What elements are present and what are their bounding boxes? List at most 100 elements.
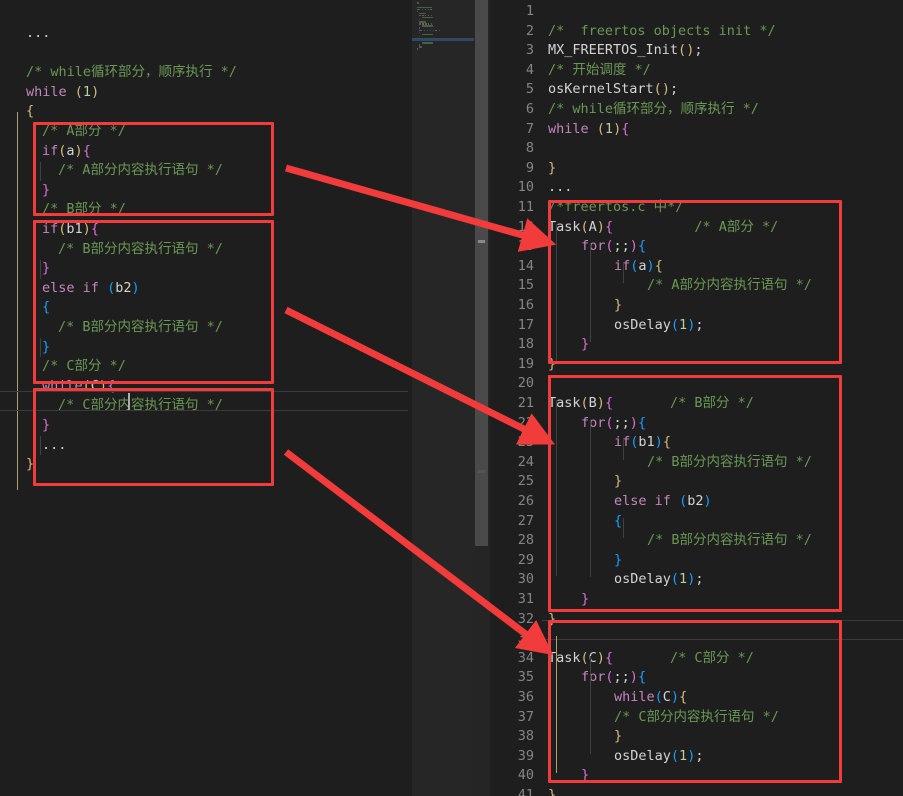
code-token: /* B部分内容执行语句 */ — [58, 319, 223, 335]
code-line[interactable]: } — [548, 159, 556, 179]
code-editor-root: ... /* while循环部分，顺序执行 */while (1){/* A部分… — [0, 0, 903, 796]
code-line[interactable] — [548, 139, 556, 159]
code-token: { — [662, 434, 671, 451]
line-number: 37 — [517, 708, 534, 725]
code-line[interactable]: while(C){ — [548, 688, 687, 708]
code-line[interactable]: } — [548, 551, 622, 571]
line-number: 19 — [517, 355, 534, 372]
code-token: { — [679, 689, 688, 705]
code-token: b1 — [638, 434, 655, 451]
code-token: b2 — [115, 279, 132, 296]
code-line[interactable]: } — [548, 727, 622, 747]
code-line[interactable]: for(;;){ — [548, 668, 646, 688]
code-token: ) — [596, 649, 605, 666]
code-line[interactable]: osDelay(1); — [548, 570, 703, 590]
code-line[interactable]: ... — [548, 178, 572, 198]
code-token: /* A部分内容执行语句 */ — [58, 162, 223, 179]
code-token: ... — [42, 436, 67, 453]
line-number: 28 — [517, 532, 534, 549]
code-token: { — [637, 669, 647, 686]
code-line[interactable]: } — [548, 610, 556, 630]
code-token: 1 — [679, 747, 688, 764]
code-line[interactable]: Task(C){ /* C部分 */ — [548, 649, 754, 669]
minimap-slider[interactable] — [412, 0, 474, 796]
code-token: /* C部分内容执行语句 */ — [614, 708, 779, 725]
code-line[interactable]: } — [548, 355, 556, 375]
code-token: ) — [654, 434, 663, 451]
code-line[interactable]: /*freertos.c 中*/ — [548, 198, 683, 218]
code-line[interactable]: /* freertos objects init */ — [548, 22, 776, 42]
code-line[interactable]: for(;;){ — [548, 414, 646, 434]
code-line[interactable]: Task(A){ /* A部分 */ — [548, 218, 778, 238]
code-line[interactable]: /* C部分内容执行语句 */ — [548, 708, 779, 728]
code-line[interactable]: } — [0, 181, 50, 201]
code-line[interactable]: /* A部分内容执行语句 */ — [548, 276, 812, 296]
code-line[interactable]: } — [0, 416, 50, 436]
code-token: ... — [548, 179, 573, 196]
code-line[interactable]: } — [548, 786, 556, 796]
code-line[interactable]: /* 开始调度 */ — [548, 61, 651, 81]
code-line[interactable]: } — [548, 766, 589, 786]
code-line[interactable]: /* while循环部分，顺序执行 */ — [548, 100, 759, 120]
code-token: { — [90, 221, 99, 237]
code-line[interactable]: /* B部分 */ — [0, 200, 126, 220]
code-token: ( — [596, 120, 605, 137]
code-token: osDelay — [614, 316, 671, 333]
code-line[interactable]: else if (b2) — [0, 279, 140, 299]
code-line[interactable]: /* B部分内容执行语句 */ — [548, 531, 812, 551]
code-line[interactable]: MX_FREERTOS_Init(); — [548, 41, 702, 61]
code-line[interactable]: for(;;){ — [548, 237, 646, 257]
code-line[interactable]: if(a){ — [548, 257, 663, 277]
code-line[interactable]: while (1){ — [548, 120, 629, 140]
code-line[interactable] — [0, 44, 18, 64]
code-line[interactable]: /* B部分内容执行语句 */ — [548, 453, 812, 473]
code-token: ) — [629, 238, 638, 255]
line-number-gutter: 1 2 3 4 5 6 7 8 9 10 11 12 13 14 15 16 17 18 19 20 21 22 23 24 2… — [490, 0, 542, 796]
code-line[interactable] — [548, 2, 556, 22]
code-line[interactable]: while (1) — [0, 83, 99, 103]
code-line[interactable]: } — [548, 590, 589, 610]
code-token: 1 — [679, 316, 688, 333]
code-line[interactable] — [548, 629, 556, 649]
right-editor-pane[interactable]: 1 2 3 4 5 6 7 8 9 10 11 12 13 14 15 16 17 18 19 20 21 22 23 24 2… — [490, 0, 903, 796]
code-line[interactable]: /* B部分内容执行语句 */ — [0, 240, 223, 260]
code-line[interactable]: } — [0, 259, 50, 279]
left-editor-pane[interactable]: ... /* while循环部分，顺序执行 */while (1) { /* A部分… — [0, 0, 408, 796]
line-number: 24 — [517, 453, 534, 470]
code-line[interactable]: } — [548, 335, 589, 355]
code-line[interactable] — [548, 374, 556, 394]
code-line[interactable]: if(a){ — [0, 142, 91, 162]
code-line[interactable]: Task(B){ /* B部分 */ — [548, 394, 754, 414]
indent-guide-if-a-right — [623, 263, 624, 283]
code-token: } — [42, 417, 51, 433]
code-line[interactable]: /* while循环部分，顺序执行 */ — [0, 63, 237, 83]
code-token: /* 开始调度 */ — [548, 61, 651, 78]
code-line[interactable]: } — [548, 296, 622, 316]
code-line[interactable]: osKernelStart(); — [548, 80, 678, 100]
code-token: ) — [646, 257, 655, 274]
code-line[interactable]: if(b1){ — [0, 220, 99, 240]
code-line[interactable]: osDelay(1); — [548, 747, 703, 767]
code-line[interactable]: /* A部分内容执行语句 */ — [0, 161, 223, 181]
code-line[interactable]: /* A部分 */ — [0, 122, 126, 142]
code-line[interactable]: { — [0, 298, 50, 318]
code-line[interactable]: osDelay(1); — [548, 316, 703, 336]
code-line[interactable]: } — [0, 338, 50, 358]
code-line[interactable]: ... — [0, 436, 66, 456]
code-token: } — [42, 181, 51, 198]
code-line[interactable]: if(b1){ — [548, 433, 671, 453]
code-token: ( — [580, 218, 589, 235]
code-line[interactable]: { — [548, 512, 622, 532]
code-line[interactable]: /* B部分内容执行语句 */ — [0, 318, 223, 338]
code-line[interactable]: ... — [0, 24, 50, 44]
line-number: 38 — [517, 728, 534, 745]
code-line[interactable]: else if (b2) — [548, 492, 712, 512]
code-line[interactable]: } — [548, 472, 622, 492]
line-number: 32 — [517, 610, 534, 627]
code-token: else — [614, 493, 647, 509]
scrollbar-thumb[interactable] — [475, 0, 488, 546]
code-token: a — [66, 142, 75, 159]
code-line[interactable]: /* C部分 */ — [0, 357, 126, 377]
code-token: ) — [596, 218, 605, 235]
